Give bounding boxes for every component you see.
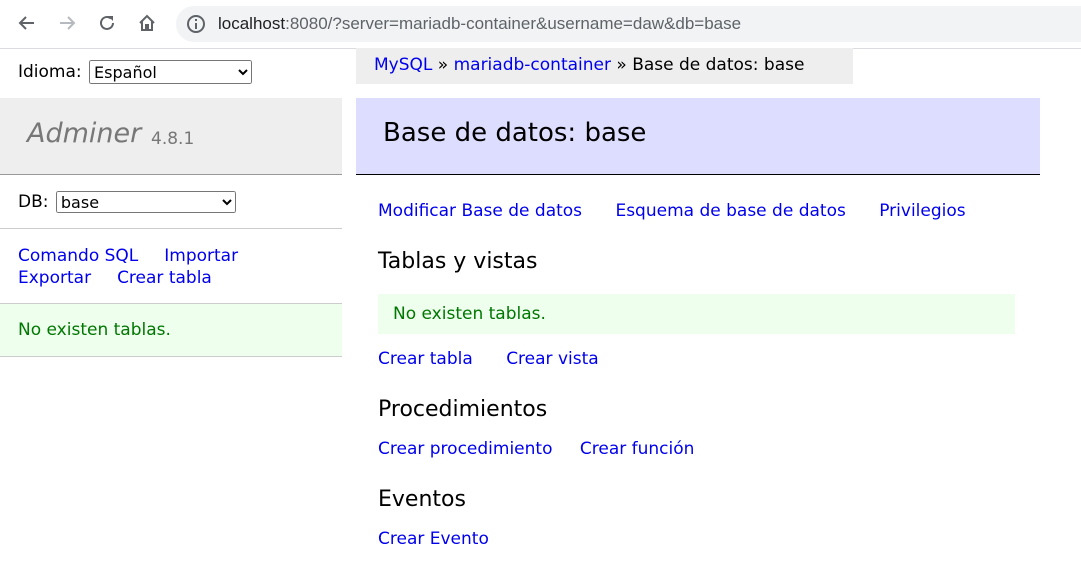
create-view-link[interactable]: Crear vista (506, 349, 598, 369)
export-link[interactable]: Exportar (18, 268, 91, 288)
create-table-link[interactable]: Crear tabla (378, 349, 473, 369)
tables-message: No existen tablas. (378, 294, 1015, 334)
sidebar-no-tables: No existen tablas. (18, 320, 171, 340)
brand-link[interactable]: Adminer (27, 118, 141, 149)
create-table-sidebar-link[interactable]: Crear tabla (117, 268, 212, 288)
create-event-link[interactable]: Crear Evento (378, 529, 489, 549)
tables-heading: Tablas y vistas (378, 249, 538, 274)
db-select[interactable]: base (55, 191, 236, 213)
breadcrumb-separator: » (437, 55, 449, 75)
home-icon (139, 14, 155, 31)
brand-version: 4.8.1 (151, 129, 195, 149)
brand-header: Adminer 4.8.1 (0, 98, 342, 175)
reload-button[interactable] (93, 9, 121, 37)
breadcrumb-separator: » (616, 55, 627, 75)
language-selector: Idioma: Español (18, 60, 253, 84)
create-procedure-link[interactable]: Crear procedimiento (378, 439, 552, 459)
modify-database-link[interactable]: Modificar Base de datos (378, 201, 582, 221)
home-button[interactable] (133, 9, 161, 37)
breadcrumb-server[interactable]: mariadb-container (454, 55, 611, 75)
breadcrumb: MySQL » mariadb-container » Base de dato… (356, 48, 853, 84)
breadcrumb-mysql[interactable]: MySQL (374, 55, 432, 75)
back-button[interactable] (13, 9, 41, 37)
privileges-link[interactable]: Privilegios (879, 201, 965, 221)
db-label: DB: (18, 192, 49, 212)
database-schema-link[interactable]: Esquema de base de datos (615, 201, 845, 221)
event-actions: Crear Evento (378, 529, 517, 549)
forward-button[interactable] (53, 9, 81, 37)
table-actions: Crear tabla Crear vista (378, 349, 627, 369)
address-bar[interactable]: localhost:8080/?server=mariadb-container… (176, 6, 1081, 42)
procedure-actions: Crear procedimiento Crear función (378, 439, 722, 459)
address-url: localhost:8080/?server=mariadb-container… (218, 14, 742, 33)
browser-toolbar: localhost:8080/?server=mariadb-container… (0, 0, 1081, 49)
main-no-tables: No existen tablas. (393, 304, 546, 324)
events-heading: Eventos (378, 487, 466, 512)
language-select[interactable]: Español (89, 60, 253, 84)
db-actions: Modificar Base de datos Esquema de base … (378, 201, 994, 221)
page-title: Base de datos: base (383, 118, 647, 148)
procedures-heading: Procedimientos (378, 397, 548, 422)
sidebar-message: No existen tablas. (0, 303, 342, 357)
import-link[interactable]: Importar (164, 246, 238, 266)
reload-icon (100, 15, 114, 30)
arrow-left-icon (18, 16, 34, 30)
sidebar-divider (0, 228, 342, 229)
language-label: Idioma: (18, 62, 82, 82)
db-selector: DB: base (18, 191, 236, 213)
sql-command-link[interactable]: Comando SQL (18, 246, 138, 266)
page-header: Base de datos: base (356, 98, 1040, 175)
sidebar-menu: Comando SQL Importar Exportar Crear tabla (18, 245, 264, 289)
info-icon[interactable] (186, 14, 206, 34)
create-function-link[interactable]: Crear función (580, 439, 695, 459)
breadcrumb-current: Base de datos: base (632, 55, 805, 75)
arrow-right-icon (60, 16, 76, 30)
